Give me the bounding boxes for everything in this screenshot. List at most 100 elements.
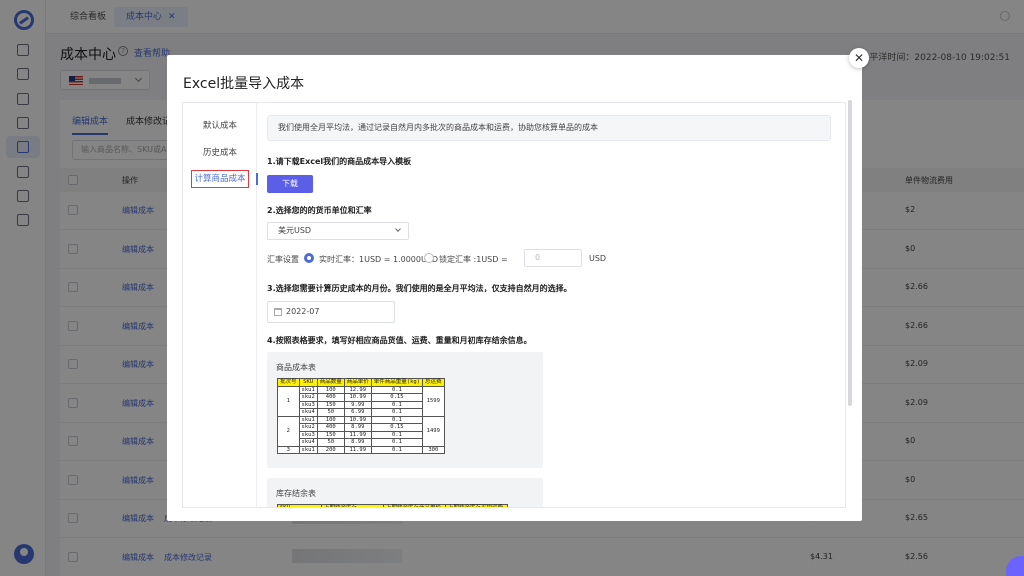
table-row: 3 sku1 200 11.99 0.1 300 xyxy=(277,445,445,454)
cost-table-sample: 商品成本表 批次号 SKU 商品数量 商品单价 单件商品重量(kg) 总运费 1 sku1 10… xyxy=(267,352,543,468)
modal-body: 默认成本 历史成本 计算商品成本 我们使用全月平均法，通过记录自然月内多批次的商… xyxy=(182,102,846,508)
table-cell: 50 xyxy=(316,408,345,417)
table-cell: sku4 xyxy=(298,408,318,417)
table-cell: 100 xyxy=(316,385,345,394)
table-cell: 0.1 xyxy=(370,430,424,439)
table-cell: 100 xyxy=(316,415,345,424)
table-cell: 6.99 xyxy=(343,408,372,417)
table-cell: 0.1 xyxy=(370,415,424,424)
chevron-down-icon xyxy=(395,226,401,232)
table-cell: 11.99 xyxy=(343,445,372,454)
table-header-cell: 上期结余库存平均运费 xyxy=(445,504,508,507)
rate-unit: USD xyxy=(589,254,607,263)
batch-cell: 2 xyxy=(277,415,300,447)
table-header-cell: 上期结余库存 xyxy=(321,504,384,507)
exchange-rate-row: 汇率设置 实时汇率：1USD = 1.0000USD 锁定汇率 :1USD = … xyxy=(267,249,833,269)
table-header-cell: 上期结余库存商品单价 xyxy=(383,504,446,507)
nav-active-marker xyxy=(256,173,258,185)
table-header-cell: 商品单价 xyxy=(343,378,372,387)
cost-template-table: 批次号 SKU 商品数量 商品单价 单件商品重量(kg) 总运费 1 sku1 100 12.99… xyxy=(277,378,445,454)
table-row: sku2 400 8.99 0.15 xyxy=(278,423,445,432)
table-row: sku4 50 6.99 0.1 xyxy=(278,408,445,417)
currency-select[interactable]: 美元USD xyxy=(267,222,409,240)
table-cell: 0.1 xyxy=(370,438,424,447)
month-value: 2022-07 xyxy=(286,307,320,316)
table-cell: 150 xyxy=(316,430,345,439)
table-cell: 150 xyxy=(316,400,345,409)
realtime-rate-text: 实时汇率：1USD = 1.0000USD xyxy=(319,255,439,264)
table-cell: sku1 xyxy=(298,445,318,454)
table-header-cell: 单件商品重量(kg) xyxy=(370,378,424,387)
table-cell: 11.99 xyxy=(343,430,372,439)
table-cell: sku3 xyxy=(298,400,318,409)
table-row: sku3 150 9.99 0.1 xyxy=(278,400,445,409)
realtime-rate-radio[interactable] xyxy=(304,253,314,263)
stock-table-sample: 库存结余表 SKU上期结余库存上期结余库存商品单价上期结余库存平均运费 xyxy=(267,478,543,507)
step-4-label: 4.按照表格要求，填写好相应商品货值、运费、重量和月初库存结余信息。 xyxy=(267,336,532,345)
table-cell: 200 xyxy=(316,445,345,454)
month-picker[interactable]: 2022-07 xyxy=(267,301,395,323)
nav-default-cost[interactable]: 默认成本 xyxy=(183,119,257,131)
table-cell: 10.99 xyxy=(343,393,372,402)
table-cell: 0.1 xyxy=(370,400,424,409)
batch-cell: 3 xyxy=(277,445,300,454)
freight-cell: 1499 xyxy=(422,415,445,447)
step-3-label: 3.选择您需要计算历史成本的月份。我们使用的是全月平均法，仅支持自然月的选择。 xyxy=(267,284,572,293)
table-cell: 0.1 xyxy=(370,385,424,394)
table-cell: sku1 xyxy=(298,415,318,424)
table-row: sku2 400 10.99 0.15 xyxy=(278,393,445,402)
rate-label: 汇率设置 xyxy=(267,255,299,264)
locked-rate-input[interactable]: 0 xyxy=(524,249,582,267)
table-cell: 50 xyxy=(316,438,345,447)
modal-title: Excel批量导入成本 xyxy=(183,76,305,92)
table-header-cell: 总运费 xyxy=(422,378,445,387)
table-row: 2 sku1 100 10.99 0.1 1499 xyxy=(277,415,445,447)
locked-rate-radio[interactable] xyxy=(424,253,434,263)
table-cell: sku4 xyxy=(298,438,318,447)
table-cell: 400 xyxy=(316,393,345,402)
table-row: sku3 150 11.99 0.1 xyxy=(278,430,445,439)
table-cell: 12.99 xyxy=(343,385,372,394)
table-header-row: 批次号 SKU 商品数量 商品单价 单件商品重量(kg) 总运费 xyxy=(277,378,445,387)
stock-template-table: SKU上期结余库存上期结余库存商品单价上期结余库存平均运费 xyxy=(277,504,508,507)
table-cell: 0.1 xyxy=(370,408,424,417)
modal-scrollbar[interactable] xyxy=(848,100,852,406)
modal-nav: 默认成本 历史成本 计算商品成本 xyxy=(183,103,258,507)
table-cell: 0.15 xyxy=(370,423,424,432)
nav-history-cost[interactable]: 历史成本 xyxy=(183,146,257,158)
table-cell: 0.1 xyxy=(370,445,424,454)
stock-table-title: 库存结余表 xyxy=(276,489,316,498)
modal-close-button[interactable]: ✕ xyxy=(849,48,869,68)
nav-calc-product-cost[interactable]: 计算商品成本 xyxy=(191,170,249,188)
table-cell: 0.15 xyxy=(370,393,424,402)
locked-rate-text: 锁定汇率 :1USD = xyxy=(439,255,508,264)
calendar-icon xyxy=(274,308,282,316)
download-template-button[interactable]: 下载 xyxy=(267,175,313,193)
table-cell: 9.99 xyxy=(343,400,372,409)
cost-table-title: 商品成本表 xyxy=(276,363,316,372)
step-1-label: 1.请下载Excel我们的商品成本导入模板 xyxy=(267,157,412,166)
table-header-cell: SKU xyxy=(298,378,318,387)
step-2-label: 2.选择您的的货币单位和汇率 xyxy=(267,206,372,215)
table-cell: sku2 xyxy=(298,393,318,402)
table-cell: 400 xyxy=(316,423,345,432)
table-row: 1 sku1 100 12.99 0.1 1599 xyxy=(277,385,445,417)
table-row: sku4 50 8.99 0.1 xyxy=(278,438,445,447)
table-cell: sku1 xyxy=(298,385,318,394)
table-cell: sku2 xyxy=(298,423,318,432)
table-header-cell: 商品数量 xyxy=(316,378,345,387)
table-cell: 8.99 xyxy=(343,423,372,432)
currency-value: 美元USD xyxy=(278,226,312,235)
method-intro: 我们使用全月平均法，通过记录自然月内多批次的商品成本和运费，协助您核算单品的成本 xyxy=(267,115,831,141)
table-header-row: SKU上期结余库存上期结余库存商品单价上期结余库存平均运费 xyxy=(277,504,508,507)
batch-cell: 1 xyxy=(277,385,300,417)
table-header-cell: 批次号 xyxy=(277,378,300,387)
freight-cell: 1599 xyxy=(422,385,445,417)
freight-cell: 300 xyxy=(422,445,445,454)
table-cell: sku3 xyxy=(298,430,318,439)
table-cell: 8.99 xyxy=(343,438,372,447)
table-cell: 10.99 xyxy=(343,415,372,424)
excel-import-modal: Excel批量导入成本 默认成本 历史成本 计算商品成本 我们使用全月平均法，通… xyxy=(167,55,862,521)
calc-cost-panel: 我们使用全月平均法，通过记录自然月内多批次的商品成本和运费，协助您核算单品的成本… xyxy=(267,103,833,507)
table-header-cell: SKU xyxy=(277,504,322,507)
